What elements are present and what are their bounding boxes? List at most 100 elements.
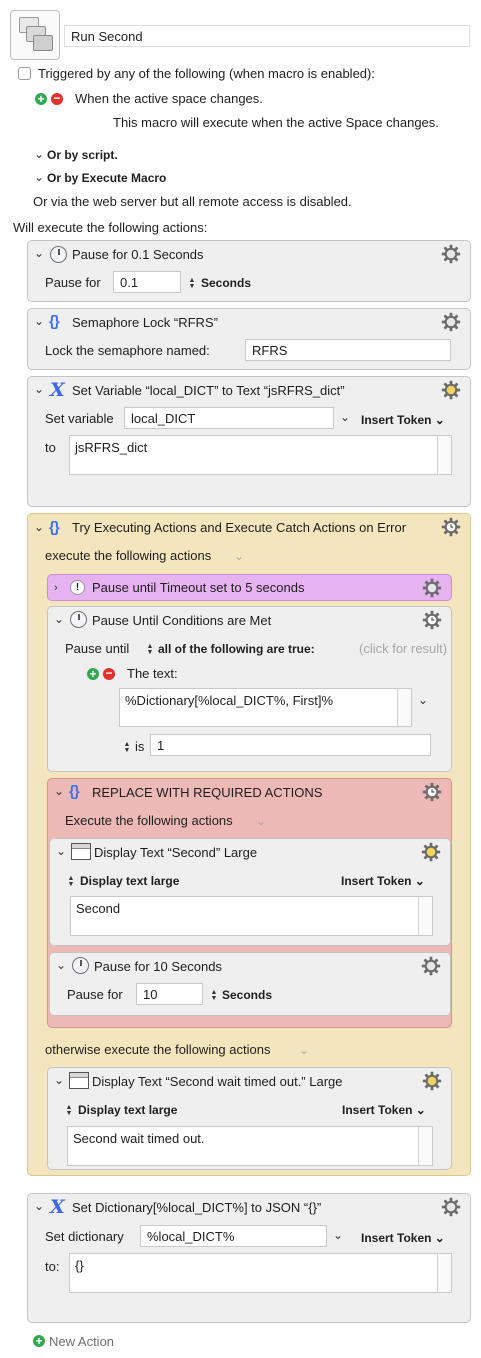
macro-name-field[interactable]: Run Second [64,25,470,47]
updown-icon[interactable]: ▲ ▼ [123,741,131,754]
variable-name-field[interactable]: local_DICT [124,407,334,429]
display-mode-select[interactable]: Display text large [78,1102,177,1118]
semaphore-name-field[interactable]: RFRS [245,339,451,361]
condition-value-field[interactable]: 1 [150,734,431,756]
updown-icon[interactable]: ▲ ▼ [65,1104,73,1117]
gear-icon[interactable] [421,956,441,976]
action-timeout[interactable]: › ! Pause until Timeout set to 5 seconds [47,574,452,601]
gear-icon[interactable] [441,312,461,332]
is-label: is [135,739,145,754]
gear-icon[interactable] [441,1197,461,1217]
chevron-down-icon[interactable]: ⌄ [34,1200,44,1212]
click-for-result[interactable]: (click for result) [359,641,447,657]
pause-until-label: Pause until [65,641,130,656]
action-replace-group[interactable]: ⌄ {} REPLACE WITH REQUIRED ACTIONS Execu… [47,778,452,1028]
chevron-down-icon[interactable]: ⌄ [418,694,428,706]
text-value-area[interactable]: jsRFRS_dict [69,435,452,475]
macro-group-icon [10,10,60,60]
action-title[interactable]: REPLACE WITH REQUIRED ACTIONS [92,785,322,801]
chevron-down-icon[interactable]: ⌄ [234,550,244,562]
action-title[interactable]: Display Text “Second wait timed out.” La… [92,1074,343,1090]
new-action-label: New Action [49,1334,115,1349]
gear-icon[interactable] [422,578,442,598]
action-title[interactable]: Pause for 10 Seconds [94,959,222,975]
dictionary-name-field[interactable]: %local_DICT% [140,1225,327,1247]
action-title[interactable]: Display Text “Second” Large [94,845,257,861]
pause-duration-field[interactable]: 0.1 [113,271,181,293]
condition-text-area[interactable]: %Dictionary[%local_DICT%, First]% [119,688,412,727]
add-trigger-button[interactable]: + [35,93,47,105]
updown-icon[interactable]: ▲ ▼ [67,875,75,888]
action-display-text[interactable]: ⌄ Display Text “Second” Large ▲ ▼ Display… [49,838,451,946]
action-title[interactable]: Set Variable “local_DICT” to Text “jsRFR… [72,383,345,399]
chevron-right-icon[interactable]: › [54,582,58,594]
unit-select[interactable]: Seconds [201,275,251,291]
unit-select[interactable]: Seconds [222,987,272,1003]
pause-label: Pause for [67,987,123,1002]
chevron-down-icon[interactable]: ⌄ [333,1229,343,1241]
chevron-down-icon[interactable]: ⌄ [256,815,266,827]
or-by-script[interactable]: Or by script. [47,147,118,163]
chevron-down-icon[interactable]: ⌄ [299,1044,309,1056]
gear-timer-icon[interactable] [422,610,442,630]
new-action-button[interactable]: + New Action [33,1334,133,1350]
chevron-down-icon[interactable]: ⌄ [340,411,350,423]
chevron-down-icon[interactable]: ⌄ [34,383,44,395]
gear-icon[interactable] [441,244,461,264]
chevron-down-icon[interactable]: ⌄ [54,1074,64,1086]
pause-label: Pause for [45,275,101,290]
chevron-down-icon[interactable]: ⌄ [34,148,44,160]
action-title[interactable]: Try Executing Actions and Execute Catch … [72,520,406,536]
remove-trigger-button[interactable]: − [51,92,63,105]
display-mode-select[interactable]: Display text large [80,873,179,889]
chevron-down-icon[interactable]: ⌄ [34,247,44,259]
action-title[interactable]: Set Dictionary[%local_DICT%] to JSON “{}… [72,1200,321,1216]
trigger-checkbox[interactable] [18,67,31,80]
action-title[interactable]: Pause for 0.1 Seconds [72,247,204,263]
insert-token-menu[interactable]: Insert Token ⌄ [341,873,425,889]
action-title[interactable]: Semaphore Lock “RFRS” [72,315,218,331]
action-set-variable[interactable]: ⌄ X Set Variable “local_DICT” to Text “j… [27,376,471,507]
condition-mode-select[interactable]: all of the following are true: [158,641,315,657]
gear-sun-icon[interactable] [422,1071,442,1091]
action-title[interactable]: Pause Until Conditions are Met [92,613,271,629]
braces-icon: {} [49,519,60,536]
chevron-down-icon[interactable]: ⌄ [34,315,44,327]
action-title[interactable]: Pause until Timeout set to 5 seconds [92,580,304,596]
chevron-down-icon[interactable]: ⌄ [54,613,64,625]
or-by-execute-macro[interactable]: Or by Execute Macro [47,170,166,186]
display-text-area[interactable]: Second [70,896,433,936]
display-text-area[interactable]: Second wait timed out. [67,1126,433,1166]
chevron-down-icon[interactable]: ⌄ [34,171,44,183]
action-pause[interactable]: ⌄ Pause for 10 Seconds Pause for 10 ▲ ▼ S… [49,952,451,1016]
insert-token-menu[interactable]: Insert Token ⌄ [342,1102,426,1118]
to-label: to [45,440,56,455]
updown-icon[interactable]: ▲ ▼ [146,643,154,656]
set-dictionary-label: Set dictionary [45,1229,124,1244]
action-display-text[interactable]: ⌄ Display Text “Second wait timed out.” … [47,1067,452,1170]
json-value-area[interactable]: {} [69,1253,452,1293]
insert-token-menu[interactable]: Insert Token ⌄ [361,1230,445,1246]
gear-sun-icon[interactable] [421,842,441,862]
remove-condition-button[interactable]: − [103,667,115,680]
semaphore-label: Lock the semaphore named: [45,343,210,358]
chevron-down-icon[interactable]: ⌄ [54,785,64,797]
updown-icon[interactable]: ▲ ▼ [188,277,196,290]
pause-duration-field[interactable]: 10 [136,983,203,1005]
gear-timer-icon[interactable] [441,517,461,537]
action-set-dictionary[interactable]: ⌄ X Set Dictionary[%local_DICT%] to JSON… [27,1193,471,1323]
gear-sun-icon[interactable] [441,380,461,400]
chevron-down-icon[interactable]: ⌄ [56,959,66,971]
updown-icon[interactable]: ▲ ▼ [210,989,218,1002]
action-semaphore[interactable]: ⌄ {} Semaphore Lock “RFRS” Lock the sema… [27,308,471,370]
insert-token-menu[interactable]: Insert Token ⌄ [361,412,445,428]
action-try-catch[interactable]: ⌄ {} Try Executing Actions and Execute C… [27,513,471,1176]
add-condition-button[interactable]: + [87,668,99,680]
action-pause[interactable]: ⌄ Pause for 0.1 Seconds Pause for 0.1 ▲ ▼… [27,240,471,302]
gear-timer-icon[interactable] [422,782,442,802]
execute-actions-label: Execute the following actions [65,813,233,828]
chevron-down-icon[interactable]: ⌄ [56,845,66,857]
condition-label: The text: [127,666,178,681]
action-pause-until[interactable]: ⌄ Pause Until Conditions are Met Pause u… [47,606,452,772]
chevron-down-icon[interactable]: ⌄ [34,521,44,533]
